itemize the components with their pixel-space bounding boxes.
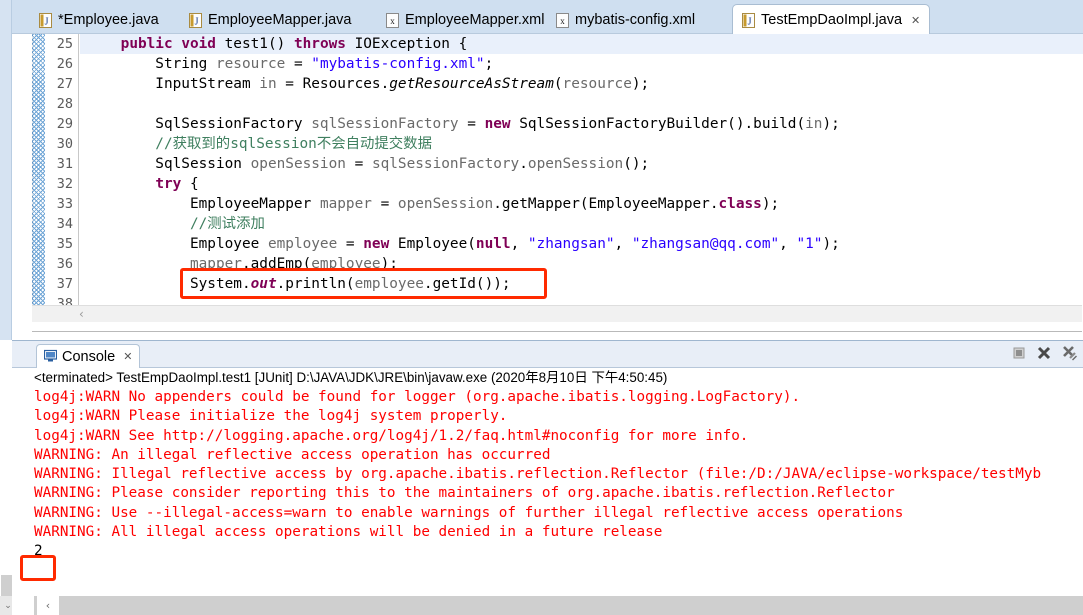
- code-line[interactable]: [80, 94, 1083, 114]
- svg-text:J: J: [748, 16, 752, 27]
- left-window-rail: [0, 0, 12, 340]
- line-number: 35: [56, 236, 73, 252]
- java-file-icon: J: [189, 12, 202, 28]
- console-error-line: WARNING: Use --illegal-access=warn to en…: [34, 504, 904, 521]
- scroll-left-icon[interactable]: ‹: [37, 596, 59, 615]
- console-error-line: log4j:WARN No appenders could be found f…: [34, 389, 801, 405]
- remove-all-terminated-icon[interactable]: [1061, 345, 1077, 361]
- console-horizontal-scrollbar[interactable]: ‹: [34, 596, 1083, 615]
- tab-console[interactable]: Console ✕: [36, 344, 141, 368]
- line-number: 25: [56, 36, 73, 52]
- java-file-icon: J: [39, 12, 52, 28]
- svg-text:J: J: [195, 16, 199, 27]
- code-line[interactable]: SqlSession openSession = sqlSessionFacto…: [80, 154, 1083, 174]
- line-number: 29: [56, 116, 73, 132]
- console-left-margin: [12, 368, 22, 615]
- stop-square-icon[interactable]: [1011, 345, 1027, 361]
- close-icon[interactable]: ✕: [123, 350, 132, 363]
- line-number: 36: [56, 256, 73, 272]
- console-launch-header: <terminated> TestEmpDaoImpl.test1 [JUnit…: [34, 370, 668, 385]
- code-line[interactable]: Employee employee = new Employee(null, "…: [80, 234, 1083, 254]
- console-toolbar: [1011, 345, 1077, 361]
- editor-tab-mybatis-config-xml[interactable]: x mybatis-config.xml: [547, 6, 704, 34]
- line-number: 32: [56, 176, 73, 192]
- console-line-list: log4j:WARN No appenders could be found f…: [12, 388, 1083, 562]
- scroll-left-icon[interactable]: ‹: [79, 307, 84, 321]
- line-number: 30: [56, 136, 73, 152]
- editor-tab-employeemapper-xml[interactable]: x EmployeeMapper.xml: [377, 6, 553, 34]
- code-editor: 25 26 27 28 29 30 31 32 33 34 35 36 37 38 public void…: [12, 34, 1083, 332]
- code-line[interactable]: try {: [80, 174, 1083, 194]
- console-error-line: WARNING: All illegal access operations w…: [34, 524, 663, 541]
- svg-text:J: J: [45, 16, 49, 27]
- line-number: 28: [56, 96, 73, 112]
- left-window-rail-lower: [0, 340, 12, 615]
- line-number: 37: [56, 276, 73, 292]
- code-line[interactable]: mapper.addEmp(employee);: [80, 254, 1083, 274]
- code-line[interactable]: EmployeeMapper mapper = openSession.getM…: [80, 194, 1083, 214]
- console-view: Console ✕ <terminated> TestEmpDaoImpl.te…: [12, 340, 1083, 615]
- console-stdout-line: 2: [34, 543, 43, 560]
- editor-tab-label: *Employee.java: [58, 12, 159, 28]
- eclipse-window: ⌄ J *Employee.java J EmployeeMapper.java x Em…: [0, 0, 1083, 615]
- xml-file-icon: x: [386, 12, 399, 28]
- code-line[interactable]: String resource = "mybatis-config.xml";: [80, 54, 1083, 74]
- code-text-area[interactable]: public void test1() throws IOException {…: [80, 34, 1083, 316]
- editor-tab-label: EmployeeMapper.java: [208, 12, 352, 28]
- editor-horizontal-scrollbar[interactable]: ‹: [32, 305, 1082, 322]
- line-number: 26: [56, 56, 73, 72]
- svg-text:x: x: [390, 16, 395, 26]
- line-number: 33: [56, 196, 73, 212]
- close-icon[interactable]: ✕: [911, 14, 920, 27]
- editor-tab-label: EmployeeMapper.xml: [405, 12, 545, 28]
- console-tab-bar: Console ✕: [12, 340, 1083, 368]
- line-number: 34: [56, 216, 73, 232]
- console-error-line: WARNING: An illegal reflective access op…: [34, 446, 551, 463]
- code-line[interactable]: SqlSessionFactory sqlSessionFactory = ne…: [80, 114, 1083, 134]
- left-scroll-thumb[interactable]: [1, 575, 12, 597]
- console-error-line: log4j:WARN Please initialize the log4j s…: [34, 408, 508, 425]
- editor-tab-testempdaoimpl-java[interactable]: J TestEmpDaoImpl.java ✕: [732, 4, 931, 35]
- console-output[interactable]: <terminated> TestEmpDaoImpl.test1 [JUnit…: [12, 368, 1083, 615]
- line-number: 31: [56, 156, 73, 172]
- close-x-icon[interactable]: [1036, 345, 1052, 361]
- console-error-line: WARNING: Illegal reflective access by or…: [34, 466, 1042, 483]
- editor-tab-employee-java[interactable]: J *Employee.java: [30, 6, 168, 34]
- code-line[interactable]: //测试添加: [80, 214, 1083, 234]
- code-line[interactable]: public void test1() throws IOException {: [80, 34, 1083, 54]
- console-error-line: log4j:WARN See http://logging.apache.org…: [34, 427, 749, 444]
- svg-text:x: x: [560, 16, 565, 26]
- editor-tab-label: TestEmpDaoImpl.java: [761, 12, 903, 28]
- editor-tab-employeemapper-java[interactable]: J EmployeeMapper.java: [180, 6, 360, 34]
- console-tab-label: Console: [62, 348, 116, 365]
- editor-tab-label: mybatis-config.xml: [575, 12, 696, 28]
- console-error-line: WARNING: Please consider reporting this …: [34, 485, 895, 502]
- code-line[interactable]: System.out.println(employee.getId());: [80, 274, 1083, 294]
- editor-bottom-edge: [32, 322, 1082, 332]
- xml-file-icon: x: [556, 12, 569, 28]
- editor-tab-bar: J *Employee.java J EmployeeMapper.java x Empl…: [12, 0, 1083, 35]
- line-number-gutter: 25 26 27 28 29 30 31 32 33 34 35 36 37 38: [45, 34, 79, 316]
- line-number: 27: [56, 76, 73, 92]
- java-file-icon: J: [742, 12, 755, 28]
- code-line[interactable]: //获取到的sqlSession不会自动提交数据: [80, 134, 1083, 154]
- editor-change-ruler: [32, 34, 45, 316]
- code-line[interactable]: InputStream in = Resources.getResourceAs…: [80, 74, 1083, 94]
- console-icon: [44, 349, 57, 364]
